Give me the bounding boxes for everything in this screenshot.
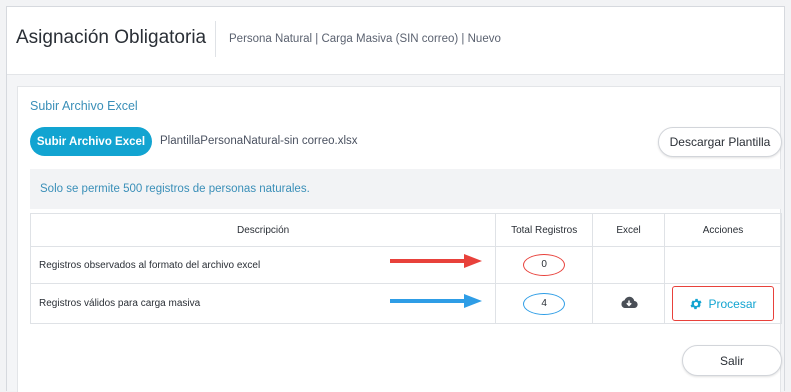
notice-banner: Solo se permite 500 registros de persona…	[30, 169, 782, 209]
column-header: Total Registros	[495, 213, 594, 247]
notice-text: Solo se permite 500 registros de persona…	[40, 183, 310, 195]
row-actions-cell: Procesar	[664, 283, 782, 324]
blue-arrow-annotation	[390, 294, 482, 308]
total-count: 4	[523, 292, 566, 315]
row-excel-cell	[592, 283, 666, 324]
selected-file-name: PlantillaPersonaNatural-sin correo.xlsx	[160, 135, 358, 147]
table-header-row: Descripción Total Registros Excel Accion…	[29, 213, 782, 247]
row-total-cell: 4	[495, 283, 594, 324]
download-template-button[interactable]: Descargar Plantilla	[658, 127, 782, 157]
exit-button[interactable]: Salir	[682, 345, 782, 376]
row-actions-cell	[664, 246, 782, 284]
row-total-cell: 0	[495, 246, 594, 284]
section-title: Subir Archivo Excel	[30, 99, 138, 113]
row-excel-cell	[592, 246, 666, 284]
column-header: Acciones	[664, 213, 782, 247]
upload-card: Subir Archivo Excel Subir Archivo Excel …	[17, 86, 782, 392]
page-title: Asignación Obligatoria	[16, 27, 207, 48]
cloud-download-icon[interactable]	[620, 295, 638, 312]
red-arrow-annotation	[390, 254, 482, 268]
app-frame: Asignación Obligatoria Persona Natural |…	[6, 6, 785, 392]
column-header: Descripción	[29, 213, 497, 247]
upload-excel-button[interactable]: Subir Archivo Excel	[30, 127, 152, 156]
breadcrumb: Persona Natural | Carga Masiva (SIN corr…	[229, 33, 501, 45]
page-header: Asignación Obligatoria Persona Natural |…	[7, 7, 784, 75]
process-button[interactable]: Procesar	[672, 286, 774, 321]
total-count: 0	[523, 254, 566, 276]
gear-icon	[689, 297, 703, 311]
header-divider	[215, 21, 216, 57]
process-button-label: Procesar	[708, 296, 757, 311]
column-header: Excel	[592, 213, 666, 247]
